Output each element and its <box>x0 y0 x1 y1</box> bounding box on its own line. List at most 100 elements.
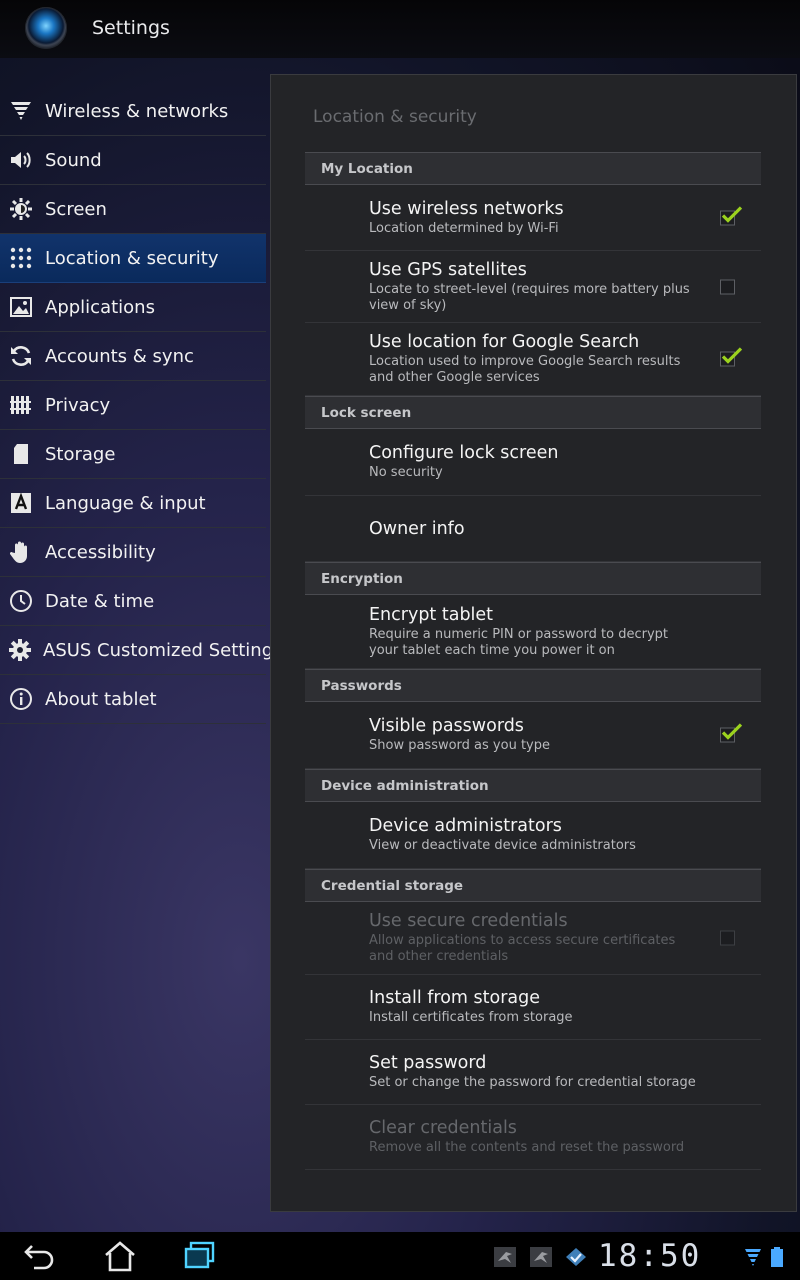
sdcard-icon <box>8 441 34 467</box>
sidebar-item-sound[interactable]: Sound <box>0 136 266 185</box>
hand-icon <box>8 539 34 565</box>
settings-app-icon[interactable] <box>25 7 67 49</box>
checkbox-unchecked-disabled[interactable] <box>720 930 735 946</box>
app-title: Settings <box>92 17 170 39</box>
sidebar-item-label: Location & security <box>45 247 219 269</box>
location-grid-icon <box>8 245 34 271</box>
pref-summary: Set or change the password for credentia… <box>369 1075 696 1090</box>
checkmark-icon <box>721 347 743 364</box>
pref-title: Clear credentials <box>369 1118 517 1138</box>
pref-title: Visible passwords <box>369 716 524 736</box>
sidebar-item-date-time[interactable]: Date & time <box>0 577 266 626</box>
info-icon <box>8 686 34 712</box>
pref-title: Use GPS satellites <box>369 259 527 280</box>
pref-summary: Location determined by Wi-Fi <box>369 220 559 236</box>
sync-status-icon[interactable] <box>565 1247 587 1267</box>
gear-icon <box>8 637 32 663</box>
privacy-icon <box>8 392 34 418</box>
sidebar-item-storage[interactable]: Storage <box>0 430 266 479</box>
sidebar-item-location-security[interactable]: Location & security <box>0 234 266 283</box>
pref-device-administrators[interactable]: Device administrators View or deactivate… <box>305 802 761 869</box>
sidebar-item-screen[interactable]: Screen <box>0 185 266 234</box>
brightness-icon <box>8 196 34 222</box>
speaker-icon <box>8 147 34 173</box>
section-header: Lock screen <box>305 396 761 429</box>
section-header: Device administration <box>305 769 761 802</box>
sidebar-item-label: Sound <box>45 149 102 171</box>
pref-install-from-storage[interactable]: Install from storage Install certificate… <box>305 975 761 1040</box>
pref-encrypt-tablet[interactable]: Encrypt tablet Require a numeric PIN or … <box>305 595 761 669</box>
sidebar-item-label: ASUS Customized Setting <box>43 639 274 661</box>
sidebar-item-language-input[interactable]: Language & input <box>0 479 266 528</box>
status-clock[interactable]: 18:50 <box>598 1238 701 1274</box>
action-bar: Settings <box>0 0 800 58</box>
pref-visible-passwords[interactable]: Visible passwords Show password as you t… <box>305 702 761 769</box>
pref-set-password[interactable]: Set password Set or change the password … <box>305 1040 761 1105</box>
section-header: My Location <box>305 152 761 185</box>
sidebar-item-wireless[interactable]: Wireless & networks <box>0 87 266 136</box>
checkbox-unchecked[interactable] <box>720 279 735 294</box>
section-header: Credential storage <box>305 869 761 902</box>
wifi-icon <box>8 98 34 124</box>
pref-title: Set password <box>369 1053 487 1073</box>
sidebar-item-about-tablet[interactable]: About tablet <box>0 675 266 724</box>
pref-title: Use location for Google Search <box>369 332 640 352</box>
checkmark-icon <box>721 205 743 223</box>
sidebar-item-label: Accounts & sync <box>45 345 194 367</box>
sidebar-item-accessibility[interactable]: Accessibility <box>0 528 266 577</box>
sidebar-item-label: Privacy <box>45 394 111 416</box>
sidebar-item-label: Date & time <box>45 590 155 612</box>
pref-title: Configure lock screen <box>369 443 559 463</box>
pref-use-location-google-search[interactable]: Use location for Google Search Location … <box>305 323 761 396</box>
home-icon[interactable] <box>102 1240 138 1272</box>
pref-clear-credentials[interactable]: Clear credentials Remove all the content… <box>305 1105 761 1170</box>
pref-use-secure-credentials[interactable]: Use secure credentials Allow application… <box>305 902 761 975</box>
back-icon[interactable] <box>22 1240 58 1272</box>
checkbox-checked[interactable] <box>720 205 743 225</box>
pref-title: Install from storage <box>369 988 541 1008</box>
checkmark-icon <box>721 723 743 740</box>
sidebar-item-accounts-sync[interactable]: Accounts & sync <box>0 332 266 381</box>
sidebar-item-label: Screen <box>45 198 107 220</box>
notification-bird-icon[interactable] <box>494 1247 516 1267</box>
pref-summary: Show password as you type <box>369 738 550 753</box>
sidebar-item-label: Accessibility <box>45 541 156 563</box>
pref-use-wireless-networks[interactable]: Use wireless networks Location determine… <box>305 185 761 251</box>
pref-summary: Require a numeric PIN or password to dec… <box>369 626 668 658</box>
pref-title: Encrypt tablet <box>369 604 494 625</box>
pref-owner-info[interactable]: Owner info <box>305 496 761 562</box>
sidebar-item-label: Wireless & networks <box>45 100 229 122</box>
pref-title: Device administrators <box>369 816 562 836</box>
pref-title: Owner info <box>369 518 465 539</box>
section-header: Passwords <box>305 669 761 702</box>
sidebar-item-label: Language & input <box>45 492 206 514</box>
battery-icon <box>771 1247 783 1267</box>
settings-sidebar: Wireless & networks Sound Screen Locatio… <box>0 87 273 724</box>
pref-summary: Locate to street-level (requires more ba… <box>369 281 690 313</box>
wifi-signal-icon <box>745 1249 761 1266</box>
pref-summary: Remove all the contents and reset the pa… <box>369 1140 685 1155</box>
recent-apps-icon[interactable] <box>182 1240 218 1272</box>
sidebar-item-asus-customized[interactable]: ASUS Customized Setting <box>0 626 273 675</box>
sidebar-item-label: Applications <box>45 296 155 318</box>
pref-title: Use wireless networks <box>369 198 564 219</box>
section-header: Encryption <box>305 562 761 595</box>
language-icon <box>8 490 34 516</box>
clock-icon <box>8 588 34 614</box>
pref-use-gps-satellites[interactable]: Use GPS satellites Locate to street-leve… <box>305 251 761 323</box>
pref-configure-lock-screen[interactable]: Configure lock screen No security <box>305 429 761 496</box>
pref-summary: Location used to improve Google Search r… <box>369 354 681 385</box>
settings-detail-panel: Location & security My Location Use wire… <box>270 74 797 1212</box>
sidebar-item-label: Storage <box>45 443 116 465</box>
checkbox-checked[interactable] <box>720 347 743 367</box>
notification-bird-icon[interactable] <box>530 1247 552 1267</box>
sidebar-item-label: About tablet <box>45 688 157 710</box>
pref-summary: Allow applications to access secure cert… <box>369 933 676 964</box>
pref-title: Use secure credentials <box>369 911 568 931</box>
system-bar: 18:50 <box>0 1232 800 1280</box>
sidebar-item-applications[interactable]: Applications <box>0 283 266 332</box>
pref-summary: View or deactivate device administrators <box>369 838 636 853</box>
checkbox-checked[interactable] <box>720 723 743 743</box>
sidebar-item-privacy[interactable]: Privacy <box>0 381 266 430</box>
pref-summary: Install certificates from storage <box>369 1010 573 1025</box>
